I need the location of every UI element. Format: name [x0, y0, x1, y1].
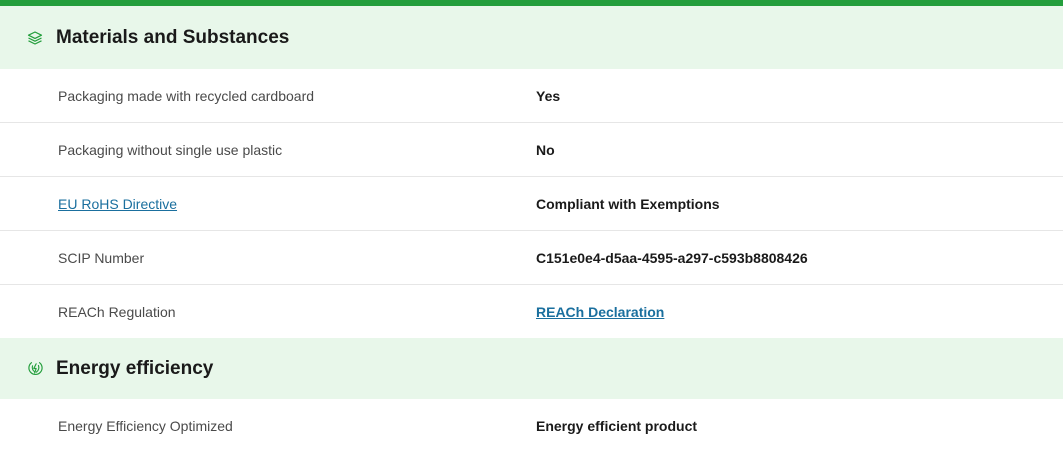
reach-declaration-link[interactable]: REACh Declaration [536, 304, 664, 320]
row-label: SCIP Number [58, 249, 145, 266]
table-row: SCIP Number C151e0e4-d5aa-4595-a297-c593… [0, 231, 1063, 285]
scip-number-value: C151e0e4-d5aa-4595-a297-c593b8808426 [536, 249, 808, 266]
table-row: Energy Efficiency Optimized Energy effic… [0, 399, 1063, 451]
energy-section-title: Energy efficiency [56, 357, 214, 379]
row-value: Compliant with Exemptions [536, 195, 720, 212]
materials-section-header: Materials and Substances [0, 6, 1063, 69]
row-label: Packaging without single use plastic [58, 141, 283, 158]
row-value: Yes [536, 87, 561, 104]
materials-rows: Packaging made with recycled cardboard Y… [0, 69, 1063, 338]
materials-section-title: Materials and Substances [56, 26, 290, 48]
environmental-info-panel: Materials and Substances Packaging made … [0, 0, 1063, 451]
energy-section-header: Energy efficiency [0, 338, 1063, 399]
row-label: Energy Efficiency Optimized [58, 418, 233, 434]
row-value: Energy efficient product [536, 418, 698, 434]
table-row: EU RoHS Directive Compliant with Exempti… [0, 177, 1063, 231]
row-label: REACh Regulation [58, 303, 176, 320]
layers-icon [26, 29, 44, 47]
table-row: Packaging without single use plastic No [0, 123, 1063, 177]
row-label: Packaging made with recycled cardboard [58, 87, 315, 104]
row-value: No [536, 141, 555, 158]
energy-rows: Energy Efficiency Optimized Energy effic… [0, 399, 1063, 451]
table-row: Packaging made with recycled cardboard Y… [0, 69, 1063, 123]
eu-rohs-directive-link[interactable]: EU RoHS Directive [0, 196, 536, 212]
table-row: REACh Regulation REACh Declaration [0, 285, 1063, 338]
leaf-energy-icon [26, 360, 44, 378]
